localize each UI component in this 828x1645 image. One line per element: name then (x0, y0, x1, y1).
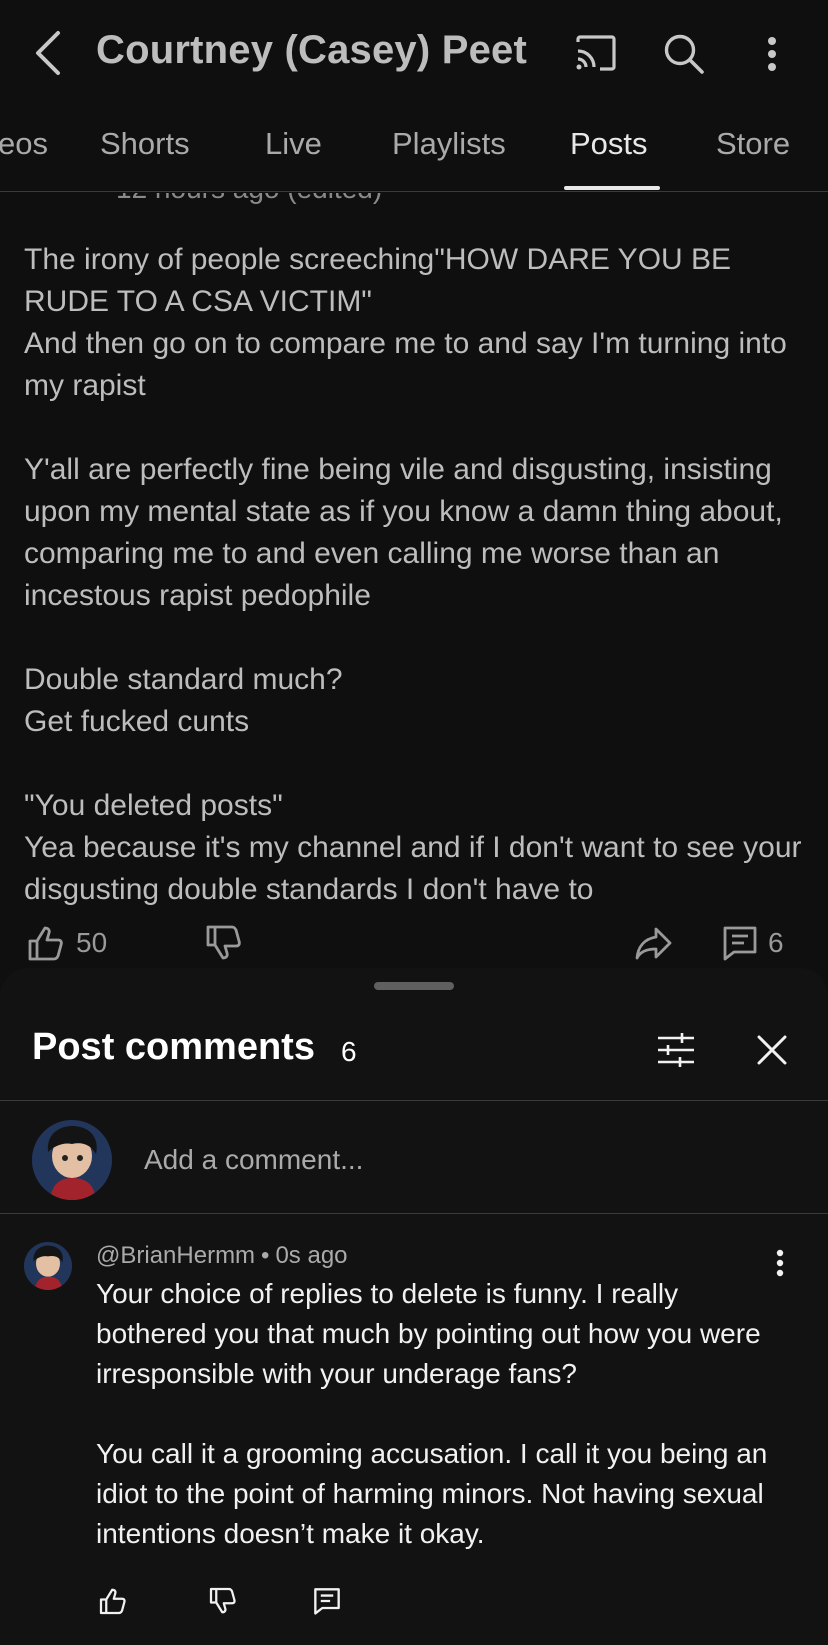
post-action-bar: 50 6 (0, 925, 828, 968)
thumbs-down-icon (209, 1587, 236, 1614)
comment-like-button[interactable] (96, 1584, 130, 1618)
post-card: 12 hours ago (edited) The irony of peopl… (0, 193, 828, 968)
post-like-button[interactable]: 50 (26, 925, 107, 961)
thumbs-down-icon (206, 925, 241, 960)
tab-posts[interactable]: Posts (570, 126, 648, 162)
tab-playlists[interactable]: Playlists (392, 126, 506, 162)
current-user-avatar (32, 1120, 112, 1200)
sort-filter-icon[interactable] (650, 1024, 702, 1076)
comment-author[interactable]: @BrianHermm (96, 1242, 255, 1269)
reply-icon (314, 1588, 340, 1615)
post-body-text: The irony of people screeching"HOW DARE … (24, 243, 802, 906)
comment-time: 0s ago (275, 1242, 348, 1269)
post-comments-button[interactable]: 6 (722, 925, 784, 961)
drag-handle[interactable] (374, 982, 454, 990)
tab-live[interactable]: Live (265, 126, 322, 162)
cast-icon[interactable] (570, 28, 622, 80)
share-icon (635, 927, 672, 960)
tab-shorts[interactable]: Shorts (100, 126, 190, 162)
post-share-button[interactable] (634, 925, 674, 961)
comment-action-bar (96, 1584, 356, 1624)
comments-count: 6 (341, 1036, 357, 1067)
comment-reply-button[interactable] (310, 1584, 344, 1618)
post-like-count: 50 (76, 927, 108, 958)
comment-header: @BrianHermm • 0s ago (96, 1242, 348, 1270)
header-divider (0, 1100, 828, 1101)
post-timestamp: 12 hours ago (edited) (116, 193, 382, 205)
post-dislike-button[interactable] (204, 925, 244, 961)
channel-title: Courtney (Casey) Peet (96, 28, 527, 72)
comment-text: Your choice of replies to delete is funn… (96, 1278, 768, 1549)
top-app-bar: Courtney (Casey) Peet (0, 0, 828, 108)
comments-sheet-title: Post comments (32, 1026, 315, 1068)
thumbs-up-icon (99, 1588, 126, 1615)
tab-videos[interactable]: eos (0, 126, 48, 162)
comments-bottom-sheet: Post comments 6 Add a comment... @BrianH… (0, 968, 828, 1645)
search-icon[interactable] (658, 28, 710, 80)
close-icon[interactable] (746, 1024, 798, 1076)
back-arrow-icon[interactable] (26, 24, 70, 82)
comment-icon (723, 926, 757, 961)
more-vertical-icon[interactable] (746, 28, 798, 80)
comment-author-avatar[interactable] (24, 1242, 72, 1290)
active-tab-indicator (564, 186, 660, 190)
separator-dot: • (261, 1242, 270, 1269)
channel-tabs: eos Shorts Live Playlists Posts Store (0, 108, 828, 192)
tab-store[interactable]: Store (716, 126, 790, 162)
input-divider (0, 1213, 828, 1214)
add-comment-input[interactable]: Add a comment... (144, 1144, 363, 1176)
comment-dislike-button[interactable] (206, 1584, 240, 1618)
post-comment-count: 6 (768, 927, 784, 958)
thumbs-up-icon (28, 926, 63, 961)
